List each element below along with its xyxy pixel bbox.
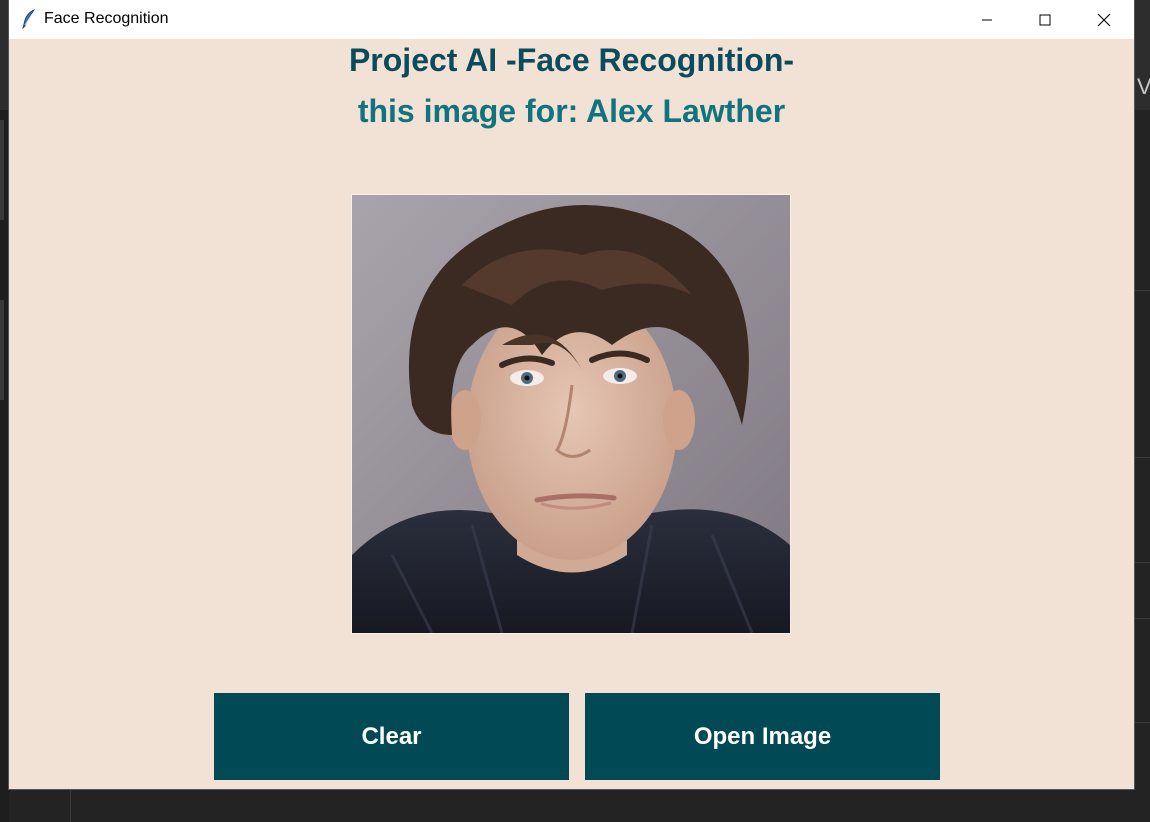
close-icon bbox=[1097, 13, 1111, 26]
background-divider bbox=[1134, 618, 1150, 619]
open-image-button[interactable]: Open Image bbox=[585, 693, 940, 780]
window-title: Face Recognition bbox=[44, 10, 169, 27]
background-divider bbox=[1134, 290, 1150, 291]
close-button[interactable] bbox=[1075, 0, 1133, 39]
maximize-button[interactable] bbox=[1016, 0, 1074, 39]
recognition-result: this image for: Alex Lawther bbox=[357, 93, 786, 129]
face-photo bbox=[351, 194, 791, 634]
background-peek-text: V bbox=[1137, 74, 1150, 99]
minimize-icon bbox=[982, 19, 992, 20]
background-divider bbox=[1134, 722, 1150, 723]
background-divider bbox=[1134, 457, 1150, 458]
app-window: Face Recognition Project AI -Face Recogn… bbox=[9, 0, 1134, 789]
clear-button[interactable]: Clear bbox=[214, 693, 569, 780]
background-left-marker bbox=[0, 120, 4, 220]
background-bottom-divider bbox=[70, 789, 71, 822]
portrait-image bbox=[352, 195, 790, 633]
page-title: Project AI -Face Recognition- bbox=[348, 42, 795, 78]
background-left-panel bbox=[0, 110, 9, 822]
maximize-icon bbox=[1039, 14, 1051, 25]
minimize-button[interactable] bbox=[958, 0, 1016, 39]
title-bar[interactable]: Face Recognition bbox=[9, 0, 1134, 39]
feather-icon bbox=[21, 9, 37, 30]
background-divider bbox=[1134, 562, 1150, 563]
background-left-marker bbox=[0, 300, 4, 400]
